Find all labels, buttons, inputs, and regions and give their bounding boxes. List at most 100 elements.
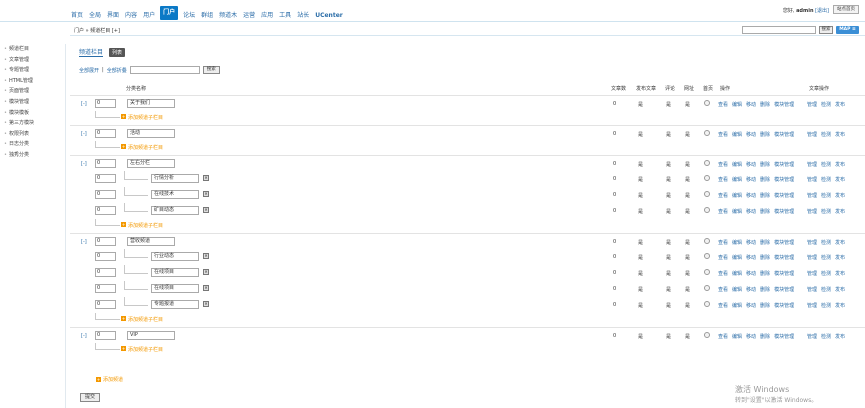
article-operation-link[interactable]: 管理 — [807, 254, 817, 261]
operation-link[interactable]: 删除 — [760, 254, 770, 261]
operation-link[interactable]: 编辑 — [732, 131, 742, 138]
nav-item[interactable]: 频道木 — [218, 12, 238, 20]
operation-link[interactable]: 查看 — [718, 101, 728, 108]
operation-link[interactable]: 移动 — [746, 131, 756, 138]
operation-link[interactable]: 模块管理 — [774, 302, 794, 309]
category-name-input[interactable]: 左右分栏 — [127, 159, 175, 168]
collapse-toggle[interactable]: [-] — [81, 239, 87, 245]
article-operation-link[interactable]: 发布 — [835, 208, 845, 215]
order-input[interactable]: 0 — [95, 284, 116, 293]
article-operation-link[interactable]: 检测 — [821, 208, 831, 215]
category-name-input[interactable]: 行业动态 — [151, 252, 199, 261]
sidebar-item[interactable]: 页面管理 — [0, 86, 65, 97]
operation-link[interactable]: 模块管理 — [774, 270, 794, 277]
category-name-input[interactable]: 专题报道 — [151, 300, 199, 309]
order-input[interactable]: 0 — [95, 206, 116, 215]
sidebar-item[interactable]: 模块管理 — [0, 97, 65, 108]
homepage-radio[interactable] — [704, 207, 710, 213]
operation-link[interactable]: 编辑 — [732, 254, 742, 261]
article-operation-link[interactable]: 发布 — [835, 254, 845, 261]
operation-link[interactable]: 移动 — [746, 270, 756, 277]
nav-item[interactable]: 应用 — [260, 12, 274, 20]
operation-link[interactable]: 查看 — [718, 131, 728, 138]
delete-icon[interactable]: ✕ — [203, 175, 209, 181]
operation-link[interactable]: 移动 — [746, 192, 756, 199]
operation-link[interactable]: 模块管理 — [774, 192, 794, 199]
article-operation-link[interactable]: 管理 — [807, 302, 817, 309]
homepage-radio[interactable] — [704, 191, 710, 197]
operation-link[interactable]: 删除 — [760, 208, 770, 215]
operation-link[interactable]: 模块管理 — [774, 176, 794, 183]
article-operation-link[interactable]: 发布 — [835, 302, 845, 309]
delete-icon[interactable]: ✕ — [203, 285, 209, 291]
operation-link[interactable]: 模块管理 — [774, 239, 794, 246]
operation-link[interactable]: 模块管理 — [774, 286, 794, 293]
operation-link[interactable]: 查看 — [718, 254, 728, 261]
tab-list[interactable]: 列表 — [109, 47, 126, 57]
category-name-input[interactable]: 在线项目 — [151, 268, 199, 277]
operation-link[interactable]: 编辑 — [732, 333, 742, 340]
article-operation-link[interactable]: 检测 — [821, 270, 831, 277]
sidebar-item[interactable]: 第三方模块 — [0, 118, 65, 129]
logout-link[interactable]: [退出] — [815, 8, 829, 14]
operation-link[interactable]: 移动 — [746, 239, 756, 246]
order-input[interactable]: 0 — [95, 268, 116, 277]
sidebar-item[interactable]: 权限列表 — [0, 129, 65, 140]
menu-search-button[interactable]: 搜索 — [819, 26, 833, 34]
article-operation-link[interactable]: 管理 — [807, 192, 817, 199]
operation-link[interactable]: 移动 — [746, 286, 756, 293]
article-operation-link[interactable]: 管理 — [807, 208, 817, 215]
sidebar-item[interactable]: 专题管理 — [0, 65, 65, 76]
operation-link[interactable]: 编辑 — [732, 161, 742, 168]
add-child-channel-link[interactable]: 添加频道子栏目 — [128, 316, 163, 323]
menu-search-input[interactable] — [742, 26, 816, 34]
collapse-all-link[interactable]: 全部折叠 — [107, 67, 127, 74]
submit-button[interactable]: 提交 — [80, 393, 101, 402]
article-operation-link[interactable]: 检测 — [821, 333, 831, 340]
operation-link[interactable]: 编辑 — [732, 239, 742, 246]
operation-link[interactable]: 编辑 — [732, 192, 742, 199]
article-operation-link[interactable]: 发布 — [835, 161, 845, 168]
operation-link[interactable]: 编辑 — [732, 208, 742, 215]
operation-link[interactable]: 删除 — [760, 302, 770, 309]
operation-link[interactable]: 编辑 — [732, 270, 742, 277]
site-home-button[interactable]: 站点首页 — [833, 5, 859, 14]
order-input[interactable]: 0 — [95, 99, 116, 108]
operation-link[interactable]: 查看 — [718, 286, 728, 293]
nav-item[interactable]: 论坛 — [182, 12, 196, 20]
category-name-input[interactable]: 在线技术 — [151, 190, 199, 199]
nav-item[interactable]: UCenter — [314, 12, 344, 20]
sidebar-item[interactable]: 文章管理 — [0, 55, 65, 66]
nav-item[interactable]: 全局 — [88, 12, 102, 20]
operation-link[interactable]: 移动 — [746, 208, 756, 215]
operation-link[interactable]: 编辑 — [732, 286, 742, 293]
article-operation-link[interactable]: 管理 — [807, 286, 817, 293]
delete-icon[interactable]: ✕ — [203, 253, 209, 259]
homepage-radio[interactable] — [704, 238, 710, 244]
homepage-radio[interactable] — [704, 269, 710, 275]
article-operation-link[interactable]: 管理 — [807, 131, 817, 138]
homepage-radio[interactable] — [704, 160, 710, 166]
operation-link[interactable]: 查看 — [718, 333, 728, 340]
nav-item[interactable]: 界面 — [106, 12, 120, 20]
nav-item[interactable]: 群组 — [200, 12, 214, 20]
homepage-radio[interactable] — [704, 100, 710, 106]
sidebar-item[interactable]: 频道栏目 — [0, 44, 65, 55]
operation-link[interactable]: 删除 — [760, 333, 770, 340]
order-input[interactable]: 0 — [95, 190, 116, 199]
article-operation-link[interactable]: 检测 — [821, 254, 831, 261]
add-child-channel-link[interactable]: 添加频道子栏目 — [128, 222, 163, 229]
order-input[interactable]: 0 — [95, 174, 116, 183]
article-operation-link[interactable]: 发布 — [835, 286, 845, 293]
collapse-toggle[interactable]: [-] — [81, 131, 87, 137]
sidebar-item[interactable]: 独秀分类 — [0, 150, 65, 161]
order-input[interactable]: 0 — [95, 300, 116, 309]
operation-link[interactable]: 删除 — [760, 270, 770, 277]
operation-link[interactable]: 编辑 — [732, 302, 742, 309]
operation-link[interactable]: 查看 — [718, 270, 728, 277]
homepage-radio[interactable] — [704, 285, 710, 291]
article-operation-link[interactable]: 管理 — [807, 333, 817, 340]
add-child-channel-link[interactable]: 添加频道子栏目 — [128, 114, 163, 121]
article-operation-link[interactable]: 发布 — [835, 131, 845, 138]
sidebar-item[interactable]: HTML管理 — [0, 76, 65, 87]
